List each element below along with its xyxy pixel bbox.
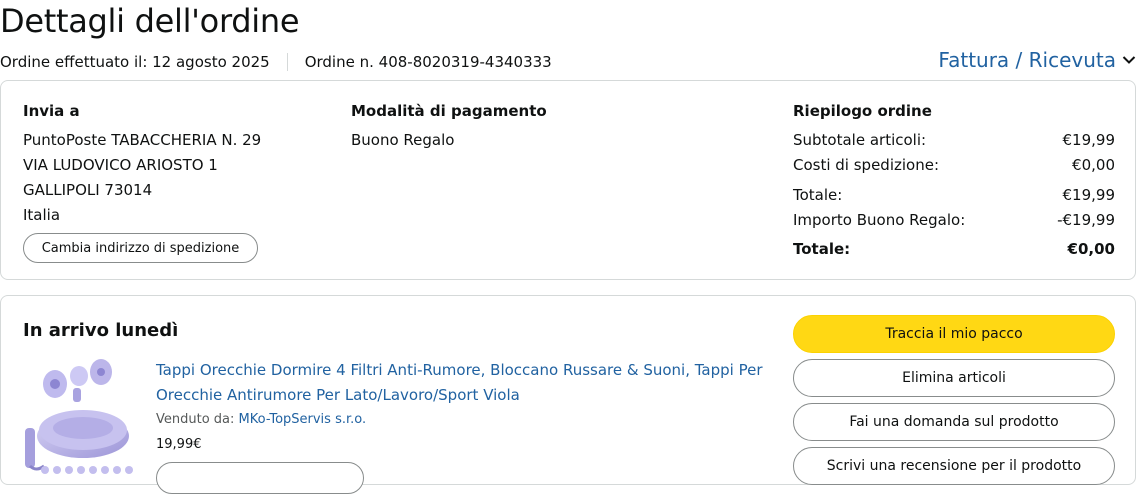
order-meta: Ordine effettuato il: 12 agosto 2025 Ord… (0, 53, 552, 71)
track-package-button[interactable]: Traccia il mio pacco (793, 315, 1115, 353)
summary-value: €19,99 (1062, 186, 1116, 204)
payment-title: Modalità di pagamento (351, 102, 547, 120)
page-title: Dettagli dell'ordine (0, 2, 300, 40)
summary-label: Costi di spedizione: (793, 156, 940, 174)
summary-value: -€19,99 (1057, 211, 1115, 229)
summary-label: Totale: (793, 186, 843, 204)
summary-row: Subtotale articoli: €19,99 (793, 131, 1115, 149)
invoice-link-label: Fattura / Ricevuta (938, 48, 1116, 72)
summary-row: Importo Buono Regalo: -€19,99 (793, 211, 1115, 229)
shipping-address-line: Italia (23, 206, 61, 224)
summary-total-row: Totale: €0,00 (793, 240, 1115, 258)
order-date: Ordine effettuato il: 12 agosto 2025 (0, 53, 270, 71)
summary-value: €0,00 (1067, 240, 1115, 258)
order-summary-card: Invia a PuntoPoste TABACCHERIA N. 29 VIA… (0, 80, 1136, 280)
meta-divider (286, 53, 288, 71)
product-image[interactable] (21, 354, 139, 474)
summary-label: Totale: (793, 240, 851, 258)
summary-label: Subtotale articoli: (793, 131, 927, 149)
shipping-address-line: PuntoPoste TABACCHERIA N. 29 (23, 131, 262, 149)
summary-label: Importo Buono Regalo: (793, 211, 966, 229)
order-number: Ordine n. 408-8020319-4340333 (304, 53, 552, 71)
seller-info: Venduto da: MKo-TopServis s.r.o. (156, 412, 366, 427)
seller-link[interactable]: MKo-TopServis s.r.o. (239, 412, 367, 427)
shipping-title: Invia a (23, 102, 80, 120)
change-address-button[interactable]: Cambia indirizzo di spedizione (23, 233, 258, 263)
summary-row: Totale: €19,99 (793, 186, 1115, 204)
ask-question-button[interactable]: Fai una domanda sul prodotto (793, 403, 1115, 441)
product-title-link[interactable]: Tappi Orecchie Dormire 4 Filtri Anti-Rum… (156, 358, 776, 408)
shipping-address-line: VIA LUDOVICO ARIOSTO 1 (23, 156, 218, 174)
chevron-down-icon (1122, 56, 1136, 64)
sold-by-label: Venduto da: (156, 412, 235, 427)
summary-title: Riepilogo ordine (793, 102, 932, 120)
product-price: 19,99€ (156, 437, 202, 452)
summary-row: Costi di spedizione: €0,00 (793, 156, 1115, 174)
summary-value: €19,99 (1062, 131, 1116, 149)
shipment-card: In arrivo lunedì Tappi Orecchie Dormire … (0, 295, 1136, 494)
remove-items-button[interactable]: Elimina articoli (793, 359, 1115, 397)
summary-value: €0,00 (1072, 156, 1115, 174)
write-review-button[interactable]: Scrivi una recensione per il prodotto (793, 447, 1115, 485)
invoice-dropdown-link[interactable]: Fattura / Ricevuta (938, 48, 1136, 72)
buy-again-button[interactable] (156, 462, 364, 494)
delivery-status: In arrivo lunedì (23, 320, 179, 341)
payment-method: Buono Regalo (351, 131, 455, 149)
shipping-address-line: GALLIPOLI 73014 (23, 181, 153, 199)
